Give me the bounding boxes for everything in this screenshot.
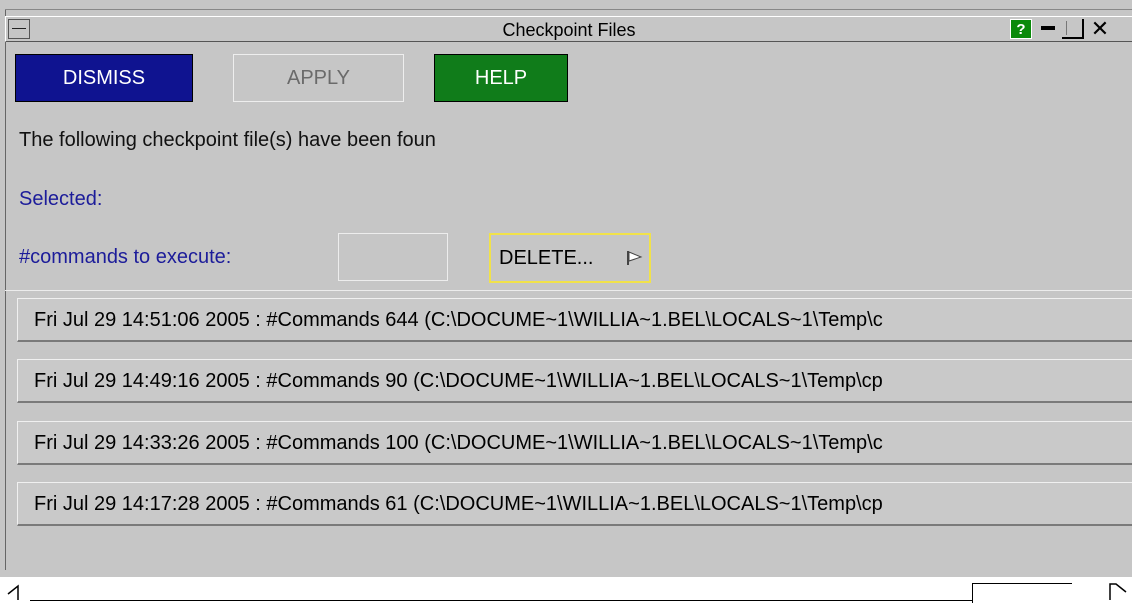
file-row[interactable]: Fri Jul 29 14:49:16 2005 : #Commands 90 …	[17, 359, 1132, 403]
file-row[interactable]: Fri Jul 29 14:17:28 2005 : #Commands 61 …	[17, 482, 1132, 526]
status-message: The following checkpoint file(s) have be…	[19, 129, 436, 151]
delete-button-label: DELETE...	[499, 247, 594, 269]
checkpoint-files-window: Checkpoint Files ? ✕ DISMISS APPLY HELP …	[0, 0, 1132, 606]
selected-label: Selected:	[19, 188, 103, 210]
maximize-icon[interactable]	[1062, 19, 1084, 39]
separator	[5, 290, 1132, 291]
resize-corner-left-icon[interactable]	[6, 580, 28, 600]
file-row[interactable]: Fri Jul 29 14:51:06 2005 : #Commands 644…	[17, 298, 1132, 342]
commands-label: #commands to execute:	[19, 246, 232, 268]
apply-button[interactable]: APPLY	[233, 54, 404, 102]
title-bar[interactable]: Checkpoint Files ? ✕	[5, 16, 1132, 42]
help-button[interactable]: HELP	[434, 54, 568, 102]
dismiss-button[interactable]: DISMISS	[15, 54, 193, 102]
close-icon[interactable]: ✕	[1089, 18, 1111, 40]
minimize-icon[interactable]	[1037, 19, 1059, 39]
commands-input[interactable]	[338, 233, 448, 281]
delete-button[interactable]: DELETE...	[489, 233, 651, 283]
flag-icon	[627, 251, 643, 265]
scrollbar-thumb[interactable]	[972, 583, 1072, 603]
horizontal-scrollbar[interactable]	[0, 577, 1132, 606]
window-top-edge	[5, 9, 1132, 10]
resize-corner-right-icon[interactable]	[1108, 580, 1128, 600]
window-title: Checkpoint Files	[502, 20, 636, 40]
file-row[interactable]: Fri Jul 29 14:33:26 2005 : #Commands 100…	[17, 421, 1132, 465]
help-icon[interactable]: ?	[1010, 19, 1032, 39]
scrollbar-track[interactable]	[30, 600, 972, 601]
